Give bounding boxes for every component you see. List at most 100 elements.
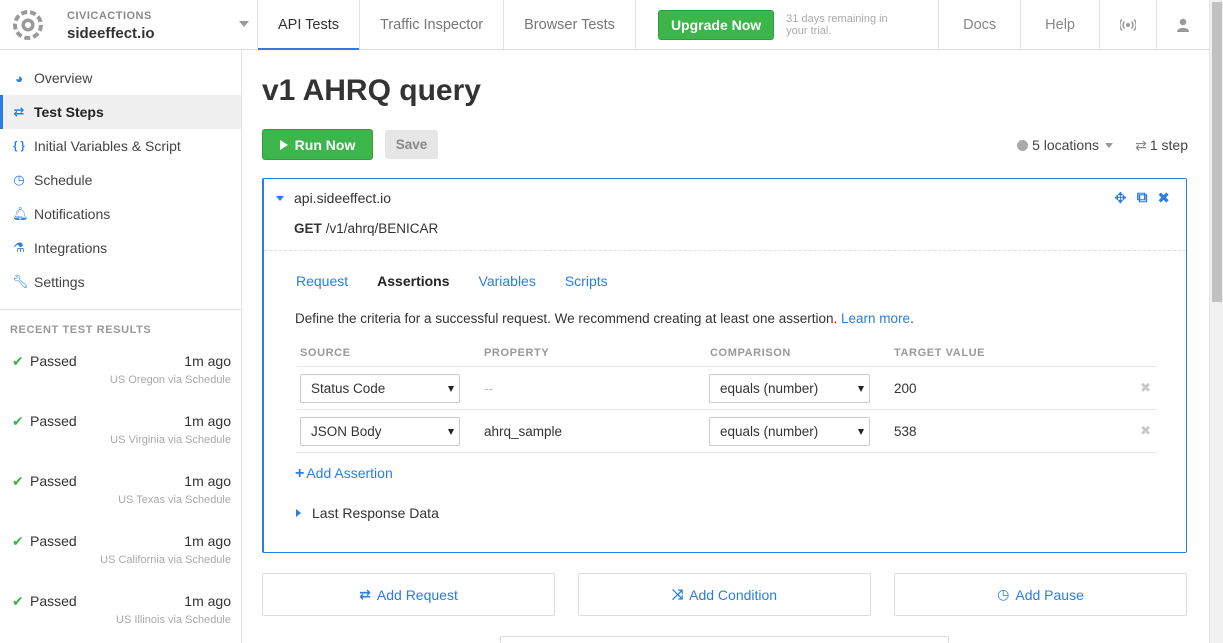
site-name: sideeffect.io	[67, 25, 155, 42]
property-value: --	[484, 381, 493, 396]
add-assertion-button[interactable]: + Add Assertion	[295, 465, 393, 483]
request-path: /v1/ahrq/BENICAR	[325, 221, 439, 236]
result-location: US Texas via Schedule	[118, 494, 231, 506]
list-item[interactable]: ✔ Passed 1m ago US Illinois via Schedule	[0, 590, 241, 643]
add-request-button[interactable]: ⇄ Add Request	[262, 573, 555, 616]
globe-icon	[1017, 139, 1029, 151]
tab-assertions[interactable]: Assertions	[377, 273, 449, 289]
request-host: api.sideeffect.io	[294, 190, 392, 206]
tab-request[interactable]: Request	[296, 273, 348, 289]
chevron-down-icon	[448, 429, 454, 435]
last-response-toggle[interactable]: Last Response Data	[296, 505, 439, 521]
scrollbar-thumb[interactable]	[1212, 2, 1222, 302]
comparison-value: equals (number)	[720, 381, 819, 396]
remove-icon[interactable]: ✖	[1140, 423, 1151, 439]
shuffle-icon: ⤨	[671, 586, 684, 602]
steps-label: 1 step	[1149, 137, 1188, 153]
table-row: Status Code -- equals (number) 200 ✖	[297, 367, 1157, 410]
sidebar-item-initial-variables[interactable]: { } Initial Variables & Script	[0, 129, 241, 163]
result-location: US California via Schedule	[100, 554, 231, 566]
add-assertion-label: Add Assertion	[306, 465, 393, 481]
collapse-caret-icon[interactable]	[276, 196, 284, 201]
save-button[interactable]: Save	[385, 130, 438, 159]
comparison-select[interactable]: equals (number)	[709, 417, 870, 446]
steps-count: ⇄ 1 step	[1135, 137, 1188, 154]
docs-link[interactable]: Docs	[938, 0, 1020, 49]
step-tabs: Request Assertions Variables Scripts	[296, 273, 637, 289]
property-value[interactable]: ahrq_sample	[484, 424, 562, 439]
add-request-label: Add Request	[376, 586, 458, 603]
sidebar-item-label: Schedule	[34, 172, 93, 188]
list-item[interactable]: ✔ Passed 1m ago US California via Schedu…	[0, 530, 241, 590]
braces-icon: { }	[13, 140, 25, 152]
sidebar-item-overview[interactable]: ◕ Overview	[0, 61, 241, 95]
exchange-icon: ⇄	[359, 586, 371, 602]
add-pause-button[interactable]: ◷ Add Pause	[894, 573, 1187, 616]
list-item[interactable]: ✔ Passed 1m ago US Oregon via Schedule	[0, 350, 241, 410]
upgrade-now-button[interactable]: Upgrade Now	[657, 9, 775, 40]
plus-icon: +	[295, 465, 305, 482]
result-location: US Virginia via Schedule	[110, 434, 231, 446]
tab-traffic-inspector[interactable]: Traffic Inspector	[360, 0, 505, 49]
sidebar-item-label: Settings	[34, 274, 85, 290]
step-tools: ✥ ⧉ ✖	[1114, 189, 1170, 207]
comparison-value: equals (number)	[720, 424, 819, 439]
sidebar-item-integrations[interactable]: ⚗ Integrations	[0, 231, 241, 265]
learn-more-link[interactable]: Learn more	[841, 311, 910, 326]
source-select[interactable]: Status Code	[300, 374, 460, 403]
sidebar-item-test-steps[interactable]: ⇄ Test Steps	[0, 95, 241, 129]
dashboard-icon: ◕	[15, 70, 23, 86]
checkmark-icon: ✔	[12, 353, 24, 369]
clock-icon: ◷	[997, 586, 1010, 602]
close-icon[interactable]: ✖	[1157, 189, 1170, 207]
broadcast-icon[interactable]	[1099, 0, 1156, 49]
remove-icon[interactable]: ✖	[1140, 380, 1151, 396]
target-value[interactable]: 200	[894, 381, 917, 396]
list-item[interactable]: ✔ Passed 1m ago US Virginia via Schedule	[0, 410, 241, 470]
upgrade-section: Upgrade Now 31 days remaining in your tr…	[636, 0, 896, 49]
chevron-down-icon	[858, 429, 864, 435]
help-link[interactable]: Help	[1020, 0, 1099, 49]
list-item[interactable]: ✔ Passed 1m ago US Texas via Schedule	[0, 470, 241, 530]
target-value[interactable]: 538	[894, 424, 917, 439]
add-pause-label: Add Pause	[1015, 586, 1084, 603]
tab-browser-tests[interactable]: Browser Tests	[504, 0, 636, 49]
result-status: Passed	[30, 413, 77, 429]
column-source: SOURCE	[300, 347, 351, 359]
source-value: Status Code	[311, 381, 386, 396]
sidebar-item-label: Notifications	[34, 206, 111, 222]
wrench-icon: 🔧︎	[12, 274, 29, 289]
column-comparison: COMPARISON	[710, 347, 791, 359]
move-icon[interactable]: ✥	[1114, 189, 1127, 207]
sidebar-item-settings[interactable]: 🔧︎ Settings	[0, 265, 241, 299]
table-row: JSON Body ahrq_sample equals (number) 53…	[297, 410, 1157, 453]
tab-variables[interactable]: Variables	[479, 273, 536, 289]
request-method: GET	[294, 221, 322, 236]
run-now-label: Run Now	[294, 136, 356, 153]
source-select[interactable]: JSON Body	[300, 417, 460, 446]
scrollbar[interactable]	[1209, 0, 1223, 643]
locations-dropdown[interactable]: 5 locations	[1017, 137, 1113, 153]
tab-api-tests[interactable]: API Tests	[258, 0, 360, 50]
chevron-down-icon[interactable]	[239, 21, 249, 27]
sidebar-item-schedule[interactable]: ◷ Schedule	[0, 163, 241, 197]
locations-label: 5 locations	[1032, 137, 1099, 153]
add-condition-button[interactable]: ⤨ Add Condition	[578, 573, 871, 616]
sidebar-item-label: Integrations	[34, 240, 108, 256]
user-icon[interactable]	[1156, 0, 1209, 49]
last-response-label: Last Response Data	[312, 505, 439, 521]
run-now-button[interactable]: Run Now	[262, 129, 373, 160]
result-status: Passed	[30, 473, 77, 489]
comparison-select[interactable]: equals (number)	[709, 374, 870, 403]
assertions-table-header: SOURCE PROPERTY COMPARISON TARGET VALUE	[297, 337, 1157, 367]
org-switcher[interactable]: CIVICACTIONS sideeffect.io	[0, 0, 258, 49]
assertions-description: Define the criteria for a successful req…	[295, 311, 914, 326]
duplicate-icon[interactable]: ⧉	[1137, 189, 1148, 207]
tab-scripts[interactable]: Scripts	[565, 273, 608, 289]
play-icon	[279, 139, 288, 150]
gear-logo-icon	[13, 10, 43, 40]
sidebar-item-notifications[interactable]: 🔔︎ Notifications	[0, 197, 241, 231]
add-condition-label: Add Condition	[689, 586, 778, 603]
column-target-value: TARGET VALUE	[894, 347, 986, 359]
request-line: GET/v1/ahrq/BENICAR	[294, 221, 438, 236]
